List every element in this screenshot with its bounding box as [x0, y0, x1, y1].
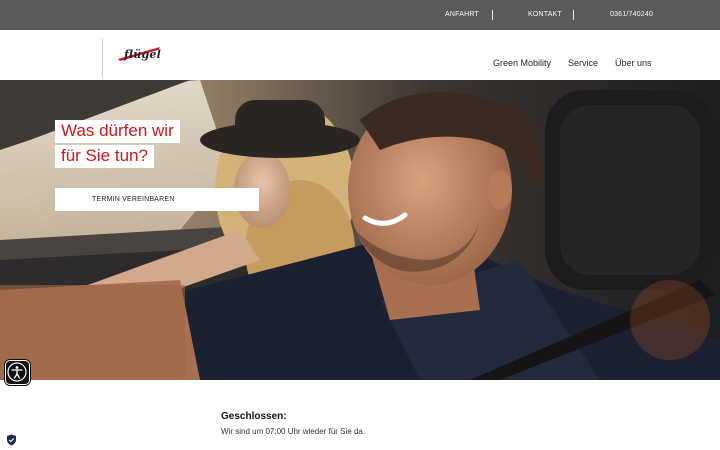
hero-headline-line-2: für Sie tun? — [55, 145, 154, 168]
logo-divider — [102, 38, 103, 78]
hero-headline-line-1: Was dürfen wir — [55, 120, 180, 143]
topbar-separator — [573, 10, 574, 20]
hero-headline: Was dürfen wir für Sie tun? — [55, 120, 180, 168]
topbar-separator — [492, 10, 493, 20]
book-appointment-button[interactable]: TERMIN VEREINBAREN — [55, 188, 259, 211]
accessibility-icon — [7, 362, 27, 382]
site-header: flügel Green Mobility Service Über uns — [0, 30, 720, 80]
brand-logo[interactable]: flügel — [116, 46, 164, 66]
link-anfahrt[interactable]: ANFAHRT — [445, 0, 479, 30]
nav-item-green-mobility[interactable]: Green Mobility — [493, 58, 551, 68]
opening-status-title: Geschlossen: — [221, 411, 287, 422]
top-utility-bar: ANFAHRT KONTAKT 0361/740240 — [0, 0, 720, 30]
accessibility-button[interactable] — [5, 360, 30, 385]
nav-item-ueber-uns[interactable]: Über uns — [615, 58, 652, 68]
logo-text: flügel — [124, 48, 161, 61]
link-kontakt[interactable]: KONTAKT — [528, 0, 562, 30]
opening-status-text: Wir sind um 07:00 Uhr wieder für Sie da. — [221, 427, 366, 436]
privacy-settings-button[interactable] — [6, 433, 17, 446]
link-phone[interactable]: 0361/740240 — [610, 0, 653, 30]
nav-item-service[interactable]: Service — [568, 58, 598, 68]
shield-check-icon — [7, 434, 16, 446]
hero-banner: Was dürfen wir für Sie tun? TERMIN VEREI… — [0, 80, 720, 380]
